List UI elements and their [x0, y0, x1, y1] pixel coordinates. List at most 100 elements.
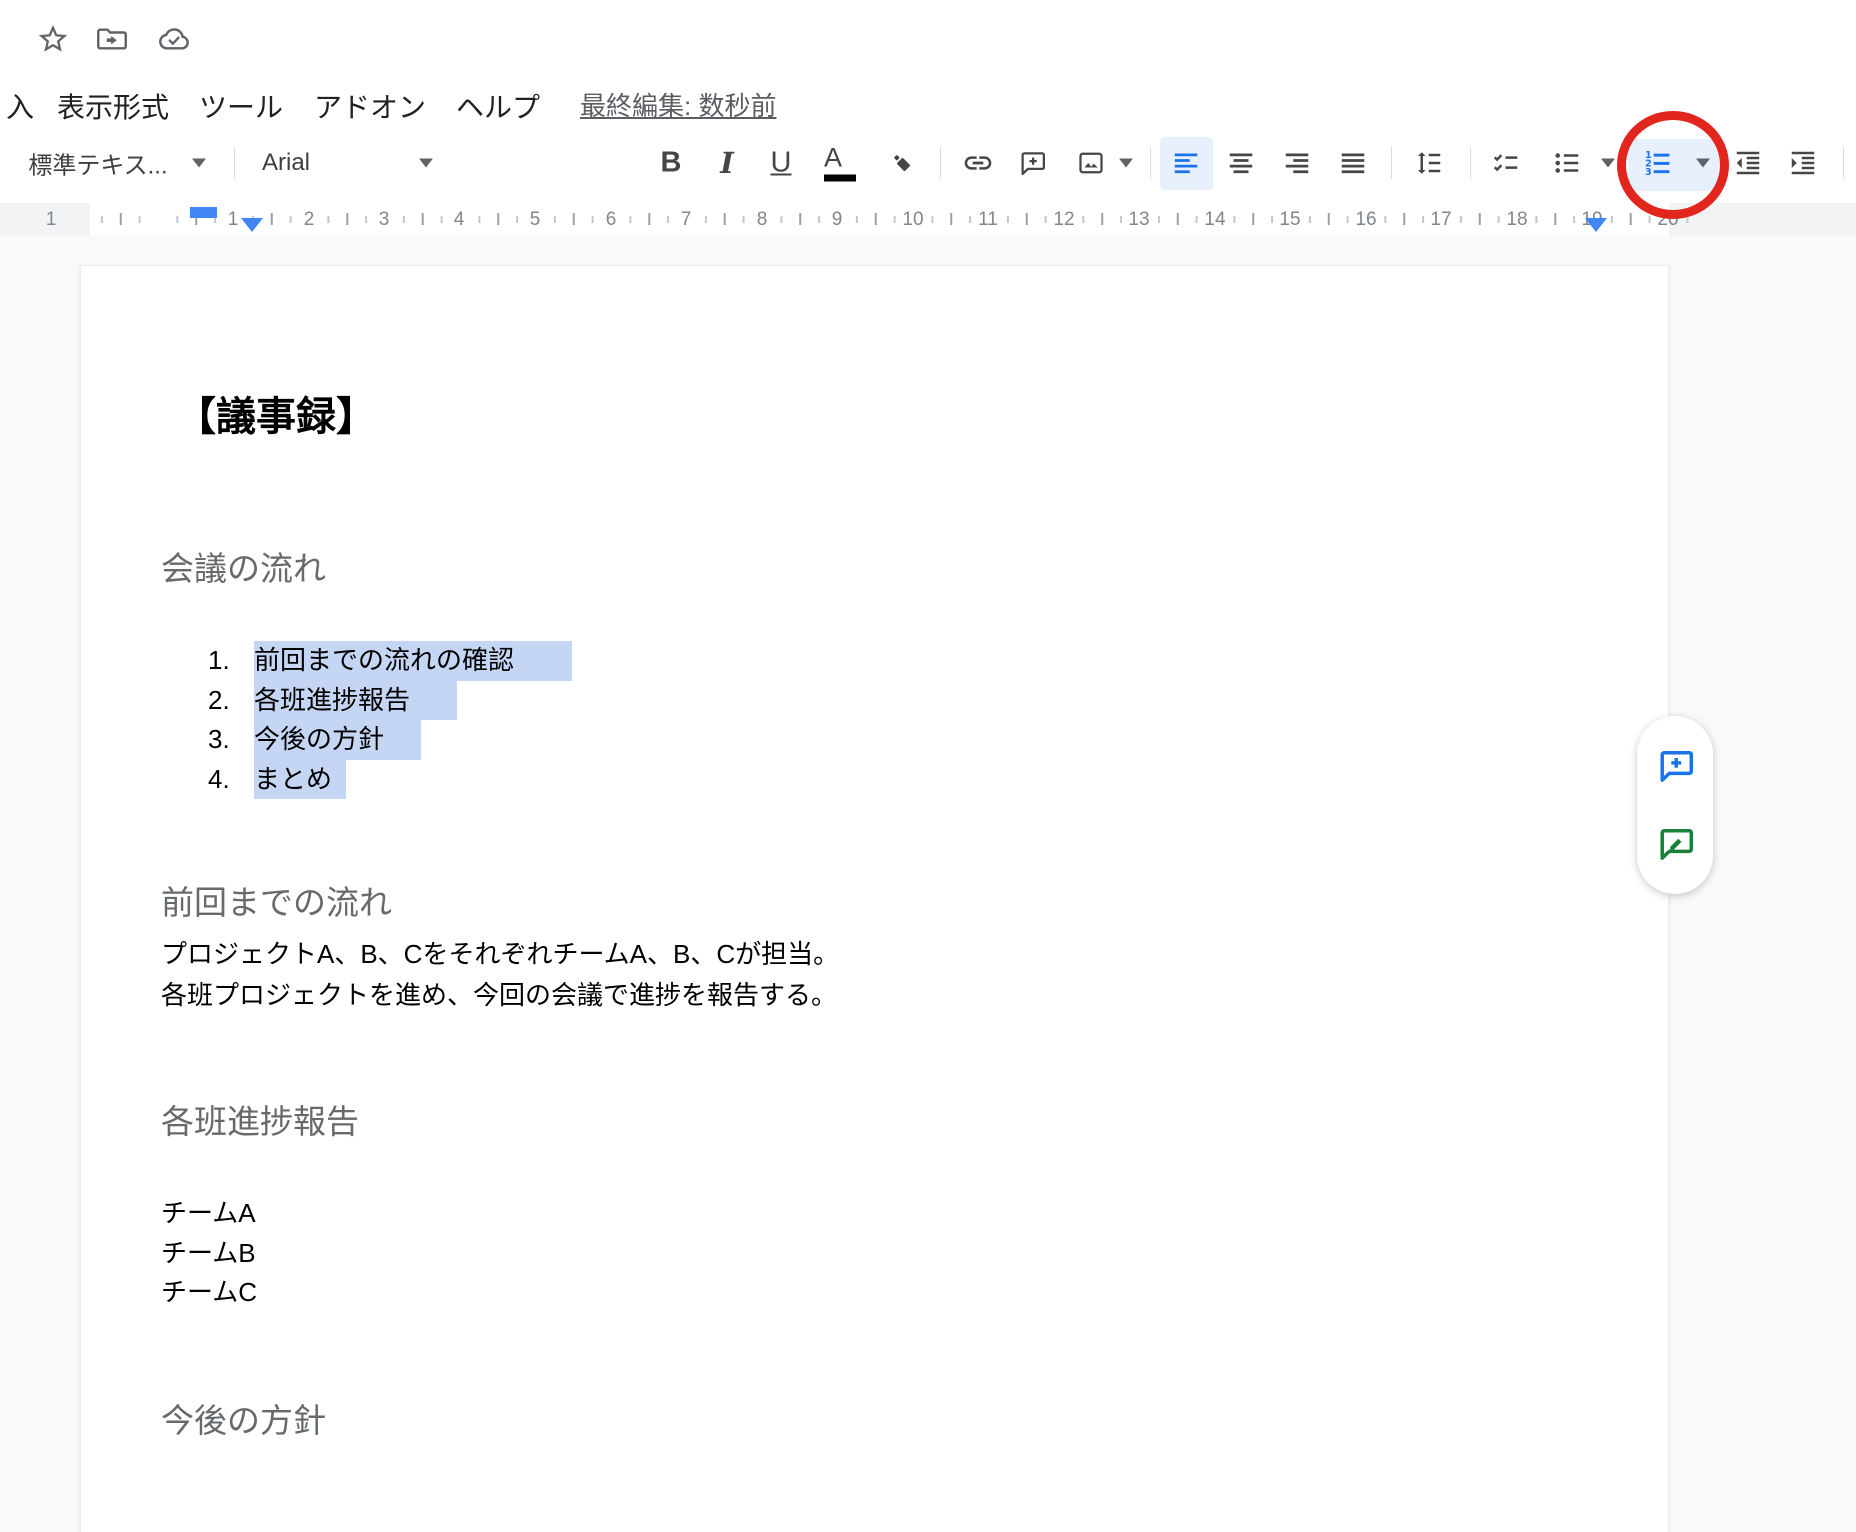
right-indent-marker[interactable] — [1585, 218, 1607, 232]
google-docs-window: 入 表示形式 ツール アドオン ヘルプ 最終編集: 数秒前 標準テキス... A… — [0, 0, 1856, 1532]
heading-previous: 前回までの流れ — [161, 876, 392, 924]
menubar: 入 表示形式 ツール アドオン ヘルプ 最終編集: 数秒前 — [0, 62, 1856, 124]
selected-text: 各班進捗報告 — [254, 681, 457, 721]
menu-insert-partial[interactable]: 入 — [6, 86, 34, 126]
ruler-ticks — [82, 203, 1705, 236]
underline-button[interactable]: U — [771, 147, 792, 180]
heading-policy: 今後の方針 — [161, 1394, 326, 1442]
menu-addons[interactable]: アドオン — [314, 86, 426, 126]
align-right-icon[interactable] — [1274, 140, 1320, 186]
selected-text: 今後の方針 — [254, 720, 421, 760]
list-item: 1.前回までの流れの確認 — [81, 641, 1668, 681]
ruler-number: 3 — [369, 203, 399, 236]
list-item: 2.各班進捗報告 — [81, 681, 1668, 721]
chevron-down-icon[interactable] — [1601, 159, 1615, 168]
ruler-number: 15 — [1275, 203, 1305, 236]
list-number: 4. — [208, 760, 254, 800]
chevron-down-icon[interactable] — [419, 159, 433, 168]
list-number: 3. — [208, 720, 254, 760]
ruler-number: 7 — [671, 203, 701, 236]
bold-button[interactable]: B — [661, 147, 682, 180]
text-color-swatch — [824, 175, 856, 182]
ruler-number: 2 — [294, 203, 324, 236]
ruler-number: 18 — [1502, 203, 1532, 236]
ruler-number: 16 — [1351, 203, 1381, 236]
ruler-number: 6 — [596, 203, 626, 236]
ruler-number: 20 — [1653, 203, 1683, 236]
toolbar: 標準テキス... Arial − 11 + B I U A — [0, 123, 1856, 204]
bulleted-list-icon[interactable] — [1544, 140, 1590, 186]
svg-text:3: 3 — [1645, 167, 1652, 178]
toolbar-divider — [1470, 147, 1471, 179]
toolbar-divider — [1150, 147, 1151, 179]
document-page[interactable]: 【議事録】 会議の流れ 1.前回までの流れの確認 2.各班進捗報告 3.今後の方… — [80, 265, 1669, 1532]
toolbar-divider — [940, 147, 941, 179]
agenda-list: 1.前回までの流れの確認 2.各班進捗報告 3.今後の方針 4.まとめ — [81, 641, 1668, 799]
align-left-icon[interactable] — [1163, 140, 1209, 186]
add-comment-button[interactable] — [1651, 742, 1699, 790]
team-line: チームB — [161, 1234, 257, 1274]
ruler-number: 8 — [747, 203, 777, 236]
doc-title: 【議事録】 — [176, 384, 376, 442]
highlighter-icon[interactable] — [879, 140, 925, 186]
image-icon[interactable] — [1068, 140, 1114, 186]
list-item: 4.まとめ — [81, 760, 1668, 800]
ruler-number: 17 — [1426, 203, 1456, 236]
line-spacing-icon[interactable] — [1406, 140, 1452, 186]
toolbar-divider — [234, 147, 235, 179]
heading-progress: 各班進捗報告 — [161, 1095, 359, 1143]
selected-text: 前回までの流れの確認 — [254, 641, 572, 681]
team-line: チームA — [161, 1194, 257, 1234]
ruler-number: 11 — [973, 203, 1003, 236]
ruler: 1 1 2 3 4 5 6 7 8 9 10 11 12 13 14 15 16… — [0, 203, 1856, 236]
increase-indent-icon[interactable] — [1780, 140, 1826, 186]
floating-action-pill — [1637, 716, 1713, 894]
document-area: 【議事録】 会議の流れ 1.前回までの流れの確認 2.各班進捗報告 3.今後の方… — [0, 236, 1856, 1532]
ruler-number: 5 — [520, 203, 550, 236]
justify-icon[interactable] — [1330, 140, 1376, 186]
selected-text: まとめ — [254, 760, 346, 800]
toolbar-divider — [1391, 147, 1392, 179]
add-comment-icon[interactable] — [1009, 140, 1055, 186]
titlebar — [0, 0, 1856, 62]
team-list: チームA チームB チームC — [161, 1194, 257, 1313]
ruler-number: 1 — [36, 203, 66, 236]
list-number: 1. — [208, 641, 254, 681]
ruler-number: 12 — [1049, 203, 1079, 236]
paragraph-style-dropdown[interactable]: 標準テキス... — [28, 146, 167, 181]
last-edit-link[interactable]: 最終編集: 数秒前 — [580, 86, 776, 123]
menu-tools[interactable]: ツール — [199, 86, 283, 126]
ruler-number: 14 — [1200, 203, 1230, 236]
cloud-check-icon[interactable] — [157, 22, 191, 56]
heading-agenda: 会議の流れ — [161, 542, 326, 590]
suggest-edits-button[interactable] — [1651, 820, 1699, 868]
toolbar-divider — [1843, 147, 1844, 179]
team-line: チームC — [161, 1273, 257, 1313]
text-color-button[interactable]: A — [824, 145, 856, 182]
first-line-indent-marker[interactable] — [190, 207, 217, 218]
font-family-dropdown[interactable]: Arial — [262, 149, 310, 177]
left-indent-marker[interactable] — [241, 218, 263, 232]
folder-move-icon[interactable] — [95, 22, 129, 56]
ruler-number: 10 — [898, 203, 928, 236]
ruler-number: 4 — [444, 203, 474, 236]
paragraph: プロジェクトA、B、CをそれぞれチームA、B、Cが担当。 各班プロジェクトを進め… — [161, 934, 839, 1016]
chevron-down-icon[interactable] — [192, 159, 206, 168]
chevron-down-icon[interactable] — [1696, 159, 1710, 168]
star-icon[interactable] — [36, 22, 70, 56]
italic-button[interactable]: I — [720, 146, 734, 180]
ruler-number: 13 — [1124, 203, 1154, 236]
paragraph-line: 各班プロジェクトを進め、今回の会議で進捗を報告する。 — [161, 975, 839, 1016]
align-center-icon[interactable] — [1218, 140, 1264, 186]
numbered-list-icon[interactable]: 123 — [1634, 140, 1680, 186]
decrease-indent-icon[interactable] — [1725, 140, 1771, 186]
paragraph-line: プロジェクトA、B、CをそれぞれチームA、B、Cが担当。 — [161, 934, 839, 975]
list-item: 3.今後の方針 — [81, 720, 1668, 760]
menu-format[interactable]: 表示形式 — [57, 86, 169, 126]
menu-help[interactable]: ヘルプ — [456, 86, 540, 126]
list-number: 2. — [208, 681, 254, 721]
link-icon[interactable] — [955, 140, 1001, 186]
ruler-number: 9 — [822, 203, 852, 236]
chevron-down-icon[interactable] — [1119, 159, 1133, 168]
checklist-icon[interactable] — [1483, 140, 1529, 186]
